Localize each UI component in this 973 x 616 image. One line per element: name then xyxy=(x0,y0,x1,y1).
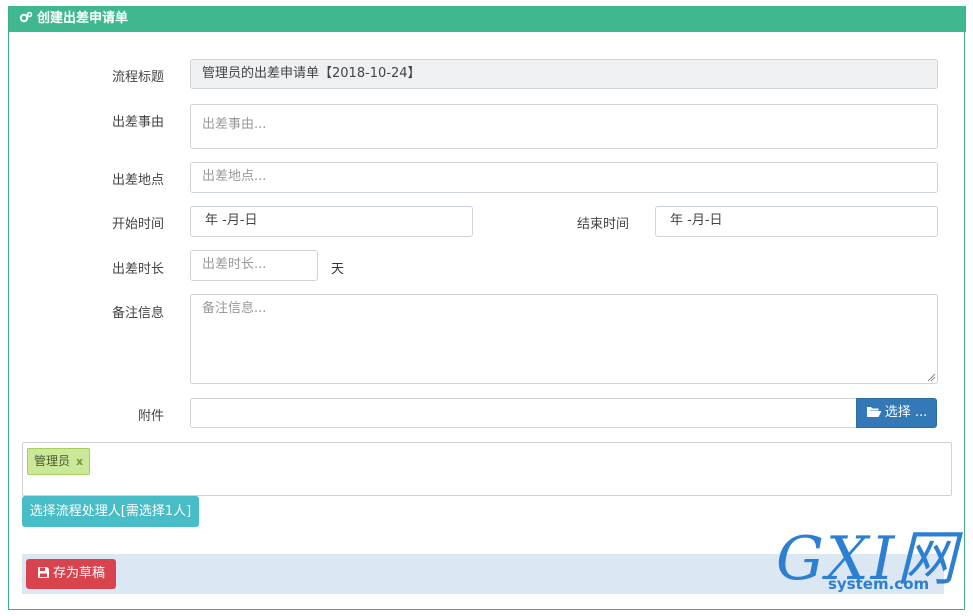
start-date-input[interactable]: 年 -月-日 xyxy=(190,206,473,237)
handler-tag-name: 管理员 xyxy=(34,454,71,468)
place-label: 出差地点 xyxy=(111,173,164,188)
attachment-label: 附件 xyxy=(137,409,164,424)
page-title: 创建出差申请单 xyxy=(37,11,129,26)
duration-input[interactable]: 出差时长... xyxy=(190,250,318,281)
handler-list: 管理员 x xyxy=(22,442,952,496)
handler-tag: 管理员 x xyxy=(27,448,91,475)
watermark-site: system.com xyxy=(828,575,930,593)
remark-textarea[interactable]: 备注信息... xyxy=(190,294,938,384)
place-input[interactable]: 出差地点... xyxy=(190,162,938,193)
site-watermark: GXI网 system.com xyxy=(770,524,970,616)
duration-label: 出差时长 xyxy=(111,262,164,277)
select-handler-button[interactable]: 选择流程处理人[需选择1人] xyxy=(22,496,199,527)
save-draft-button[interactable]: 存为草稿 xyxy=(26,559,116,589)
end-time-label: 结束时间 xyxy=(576,217,629,232)
cogs-icon xyxy=(19,11,33,23)
attachment-input[interactable] xyxy=(190,398,857,428)
choose-file-label: 选择 ... xyxy=(884,405,928,420)
panel-header: 创建出差申请单 xyxy=(9,6,966,32)
reason-input[interactable]: 出差事由... xyxy=(190,104,938,149)
title-label: 流程标题 xyxy=(111,70,164,85)
resize-grip-icon[interactable] xyxy=(927,373,936,382)
remove-handler-button[interactable]: x xyxy=(76,455,83,468)
process-title-field: 管理员的出差申请单【2018-10-24】 xyxy=(190,59,938,89)
save-draft-icon xyxy=(37,567,49,578)
end-date-input[interactable]: 年 -月-日 xyxy=(655,206,938,237)
reason-label: 出差事由 xyxy=(111,115,164,130)
duration-unit: 天 xyxy=(331,262,345,277)
folder-open-icon xyxy=(866,407,882,417)
start-time-label: 开始时间 xyxy=(111,217,164,232)
remark-label: 备注信息 xyxy=(111,306,164,321)
save-draft-label: 存为草稿 xyxy=(52,566,105,581)
choose-file-button[interactable]: 选择 ... xyxy=(856,398,937,428)
